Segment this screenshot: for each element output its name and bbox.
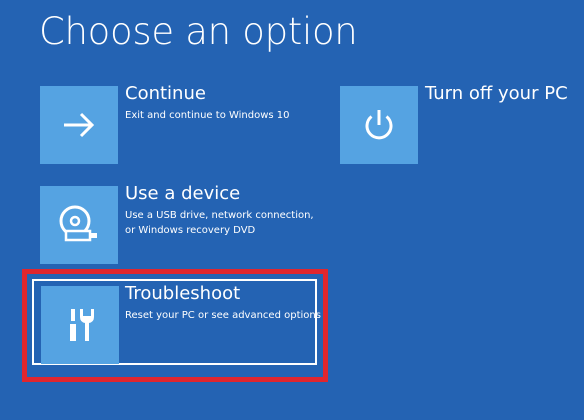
highlight-box xyxy=(22,269,328,382)
continue-description: Exit and continue to Windows 10 xyxy=(125,110,290,121)
disc-usb-icon xyxy=(59,205,97,242)
continue-option[interactable]: Continue Exit and continue to Windows 10 xyxy=(40,83,330,166)
power-icon xyxy=(365,110,393,140)
arrow-right-icon xyxy=(64,112,95,138)
use-device-title: Use a device xyxy=(125,183,241,204)
continue-tile[interactable] xyxy=(40,86,118,164)
use-device-description: Use a USB drive, network connection, or … xyxy=(125,208,314,238)
continue-title: Continue xyxy=(125,83,206,104)
page-title: Choose an option xyxy=(39,10,358,53)
turn-off-title: Turn off your PC xyxy=(425,83,568,104)
use-device-tile[interactable] xyxy=(40,186,118,264)
turn-off-tile[interactable] xyxy=(340,86,418,164)
use-device-option[interactable]: Use a device Use a USB drive, network co… xyxy=(40,183,330,266)
turn-off-option[interactable]: Turn off your PC xyxy=(340,83,568,166)
use-device-description-line1: Use a USB drive, network connection, xyxy=(125,210,314,221)
use-device-description-line2: or Windows recovery DVD xyxy=(125,225,256,236)
